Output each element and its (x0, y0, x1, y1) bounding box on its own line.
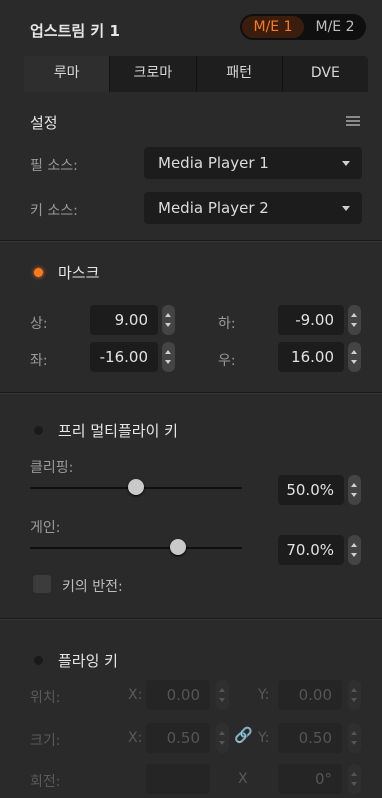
stepper-icon[interactable] (348, 342, 361, 372)
settings-title: 설정 (30, 114, 58, 132)
mask-right-label: 우: (218, 353, 236, 369)
fill-source-dropdown[interactable]: Media Player 1 (144, 147, 362, 179)
upstream-key-panel: 업스트림 키 1 M/E 1 M/E 2 루마 크로마 패턴 DVE 설정 필 … (0, 0, 382, 798)
panel-header: 업스트림 키 1 M/E 1 M/E 2 (0, 0, 382, 54)
position-x-label: X: (128, 687, 143, 703)
link-icon[interactable]: 🔗 (234, 726, 253, 744)
menu-icon[interactable] (346, 116, 360, 126)
rotation-blank-field (146, 764, 210, 794)
rotation-x-label: X (238, 771, 248, 787)
rotation-input[interactable]: 0° (278, 764, 342, 794)
stepper-icon[interactable] (162, 305, 175, 335)
clip-input[interactable]: 50.0% (278, 475, 344, 505)
tab-dve[interactable]: DVE (283, 56, 368, 92)
stepper-icon[interactable] (348, 680, 361, 710)
mask-left-label: 좌: (30, 353, 48, 369)
caret-down-icon (342, 206, 350, 211)
tab-chroma[interactable]: 크로마 (110, 56, 197, 92)
key-type-tabs: 루마 크로마 패턴 DVE (24, 56, 368, 92)
gain-input[interactable]: 70.0% (278, 535, 344, 565)
position-label: 위치: (30, 690, 61, 706)
divider (0, 240, 382, 242)
premultiply-title: 프리 멀티플라이 키 (58, 422, 178, 440)
stepper-icon[interactable] (348, 723, 361, 753)
stepper-icon[interactable] (348, 764, 361, 794)
size-x-label: X: (128, 730, 143, 746)
divider (0, 392, 382, 394)
rotation-label: 회전: (30, 774, 61, 790)
stepper-icon[interactable] (348, 305, 361, 335)
invert-key-checkbox[interactable] (33, 575, 51, 593)
stepper-icon[interactable] (348, 475, 361, 505)
fill-source-label: 필 소스: (30, 158, 78, 174)
mask-title: 마스크 (58, 264, 100, 282)
size-y-input[interactable]: 0.50 (278, 723, 342, 753)
stepper-icon[interactable] (162, 342, 175, 372)
stepper-icon[interactable] (216, 680, 229, 710)
mask-bottom-label: 하: (218, 316, 236, 332)
clip-label: 클리핑: (30, 460, 74, 476)
mask-top-input[interactable]: 9.00 (90, 305, 158, 335)
tab-pattern[interactable]: 패턴 (197, 56, 283, 92)
mask-top-label: 상: (30, 316, 48, 332)
key-source-label: 키 소스: (30, 203, 78, 219)
position-y-input[interactable]: 0.00 (278, 680, 342, 710)
me-switch: M/E 1 M/E 2 (240, 14, 366, 40)
me2-button[interactable]: M/E 2 (306, 14, 364, 40)
mask-enable-indicator[interactable] (34, 268, 43, 277)
gain-slider-track[interactable] (30, 547, 242, 549)
mask-right-input[interactable]: 16.00 (278, 342, 344, 372)
key-source-value: Media Player 2 (158, 199, 269, 217)
size-label: 크기: (30, 733, 61, 749)
mask-left-input[interactable]: -16.00 (90, 342, 158, 372)
flying-key-title: 플라잉 키 (58, 652, 118, 670)
size-x-input[interactable]: 0.50 (146, 723, 210, 753)
mask-bottom-input[interactable]: -9.00 (278, 305, 344, 335)
panel-title: 업스트림 키 1 (30, 22, 120, 40)
key-source-dropdown[interactable]: Media Player 2 (144, 192, 362, 224)
stepper-icon[interactable] (348, 535, 361, 565)
caret-down-icon (342, 161, 350, 166)
position-y-label: Y: (258, 687, 270, 703)
gain-label: 게인: (30, 520, 61, 536)
gain-slider-knob[interactable] (170, 539, 187, 555)
size-y-label: Y: (258, 730, 270, 746)
premultiply-enable-indicator[interactable] (34, 426, 43, 435)
invert-key-label: 키의 반전: (62, 579, 123, 595)
flying-key-enable-indicator[interactable] (34, 656, 43, 665)
stepper-icon[interactable] (216, 723, 229, 753)
divider (0, 618, 382, 620)
position-x-input[interactable]: 0.00 (146, 680, 210, 710)
tab-luma[interactable]: 루마 (24, 56, 111, 92)
fill-source-value: Media Player 1 (158, 154, 269, 172)
clip-slider-knob[interactable] (128, 479, 144, 495)
me1-button[interactable]: M/E 1 (242, 16, 304, 38)
